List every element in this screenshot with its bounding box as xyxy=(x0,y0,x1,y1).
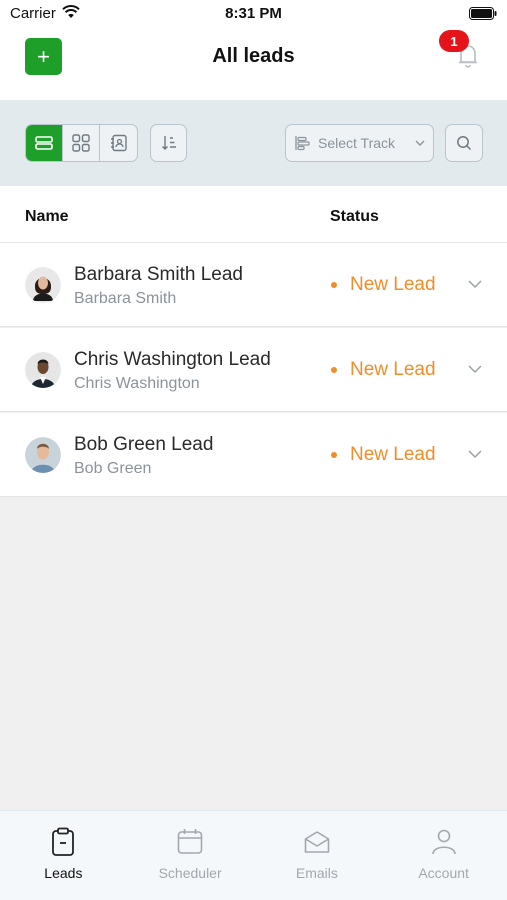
track-icon xyxy=(295,136,310,151)
column-header-status: Status xyxy=(330,208,379,225)
notification-badge: 1 xyxy=(439,30,469,52)
search-button[interactable] xyxy=(445,124,483,162)
envelope-icon xyxy=(304,831,330,853)
table-row[interactable]: Bob Green Lead Bob Green New Lead xyxy=(0,413,507,497)
lead-title: Barbara Smith Lead xyxy=(74,264,243,285)
chevron-down-icon[interactable] xyxy=(467,448,483,460)
grid-view-button[interactable] xyxy=(63,125,100,161)
sort-button[interactable] xyxy=(150,124,187,162)
sort-icon xyxy=(161,136,176,150)
toolbar: Select Track xyxy=(0,100,507,186)
battery-icon xyxy=(469,7,497,20)
tab-scheduler[interactable]: Scheduler xyxy=(127,811,254,900)
tab-bar: Leads Scheduler Emails Account xyxy=(0,810,507,900)
grid-view-icon xyxy=(72,134,90,152)
avatar xyxy=(25,352,61,388)
table-row[interactable]: Chris Washington Lead Chris Washington N… xyxy=(0,328,507,412)
contact-card-icon xyxy=(110,134,127,152)
contact-card-view-button[interactable] xyxy=(100,125,137,161)
chevron-down-icon[interactable] xyxy=(467,363,483,375)
page-title: All leads xyxy=(212,45,295,67)
lead-contact: Chris Washington xyxy=(74,375,200,392)
table-row[interactable]: Barbara Smith Lead Barbara Smith New Lea… xyxy=(0,243,507,327)
tab-label: Emails xyxy=(295,865,338,881)
lead-contact: Barbara Smith xyxy=(74,290,177,307)
chevron-down-icon[interactable] xyxy=(467,278,483,290)
clock: 8:31 PM xyxy=(225,5,282,22)
lead-contact: Bob Green xyxy=(74,460,152,477)
calendar-icon xyxy=(177,829,203,854)
status-dot xyxy=(331,452,337,458)
list-view-button[interactable] xyxy=(26,125,63,161)
tab-label: Leads xyxy=(44,865,83,881)
status-dot xyxy=(331,367,337,373)
clipboard-icon xyxy=(52,827,75,856)
status-badge: New Lead xyxy=(350,444,436,465)
search-icon xyxy=(457,136,472,151)
chevron-down-icon xyxy=(415,140,425,146)
nav-bar: + All leads 1 xyxy=(0,30,507,100)
lead-title: Chris Washington Lead xyxy=(74,349,271,370)
status-badge: New Lead xyxy=(350,359,436,380)
list-view-icon xyxy=(35,136,53,150)
tab-account[interactable]: Account xyxy=(380,811,507,900)
tab-leads[interactable]: Leads xyxy=(0,811,127,900)
tab-label: Account xyxy=(418,865,469,881)
avatar xyxy=(25,437,61,473)
status-bar: Carrier 8:31 PM xyxy=(0,0,507,30)
track-select[interactable]: Select Track xyxy=(285,124,434,162)
view-mode-group xyxy=(25,124,138,162)
tab-emails[interactable]: Emails xyxy=(254,811,381,900)
user-icon xyxy=(431,829,456,855)
lead-title: Bob Green Lead xyxy=(74,434,214,455)
column-header-name: Name xyxy=(25,208,69,225)
table-header: Name Status xyxy=(0,186,507,243)
tab-label: Scheduler xyxy=(158,865,222,881)
status-badge: New Lead xyxy=(350,274,436,295)
avatar xyxy=(25,267,61,303)
status-dot xyxy=(331,282,337,288)
track-select-label: Select Track xyxy=(318,135,396,151)
